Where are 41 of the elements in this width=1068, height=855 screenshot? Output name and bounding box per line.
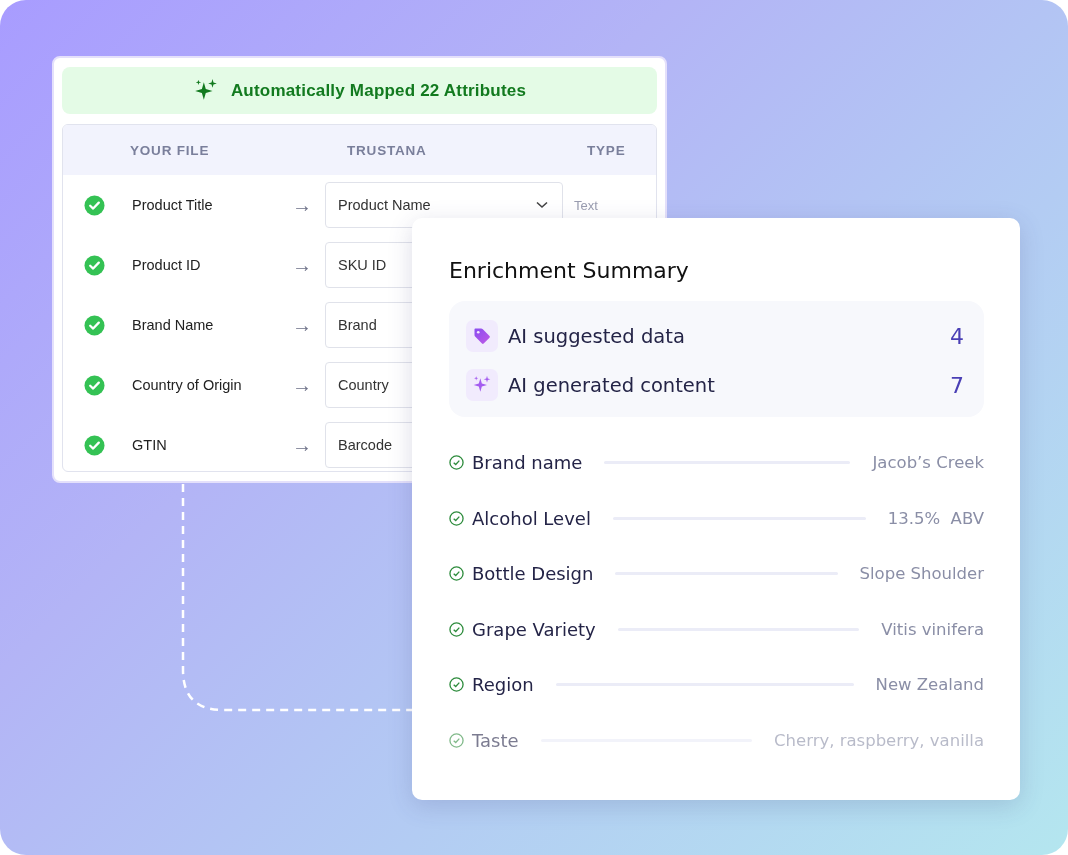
source-field-name: Brand Name <box>132 317 215 333</box>
banner-text: Automatically Mapped 22 Attributes <box>230 80 527 101</box>
column-header: YOUR FILE <box>130 142 211 158</box>
column-header: TRUSTANA <box>347 142 428 158</box>
attribute-value: Cherry, raspberry, vanilla <box>774 730 984 750</box>
sparkle-icon <box>466 369 498 401</box>
attribute-value: New Zealand <box>875 675 984 695</box>
attribute-value: Vitis vinifera <box>881 619 984 639</box>
source-field-name: Product Title <box>132 197 214 213</box>
arrow-text: → <box>292 193 313 217</box>
attribute-label: Region <box>472 674 534 696</box>
stat-label: AI generated content <box>508 373 716 397</box>
attribute-value: 13.5% ABV <box>887 508 984 528</box>
check-circle-icon <box>449 566 464 582</box>
card-title: Enrichment Summary <box>449 258 690 283</box>
attribute-label: Alcohol Level <box>472 507 591 529</box>
chevron-down-icon <box>536 201 548 209</box>
column-header: TYPE <box>587 142 627 158</box>
check-circle-icon <box>449 621 464 637</box>
stat-label: AI suggested data <box>508 324 686 348</box>
check-circle-icon <box>449 455 464 471</box>
arrow-text: → <box>292 433 313 457</box>
attribute-label: Bottle Design <box>472 563 594 585</box>
source-field-name: Product ID <box>132 257 202 273</box>
tag-icon <box>466 320 498 352</box>
attribute-label: Brand name <box>472 452 583 474</box>
source-field-name: Country of Origin <box>132 377 243 393</box>
stat-count: 7 <box>950 372 964 398</box>
type-label: Text <box>573 197 599 213</box>
arrow-text: → <box>292 253 313 277</box>
attribute-label: Taste <box>472 729 519 751</box>
check-circle-icon <box>449 732 464 748</box>
stat-count: 4 <box>950 323 964 349</box>
arrow-text: → <box>292 313 313 337</box>
source-field-name: GTIN <box>132 437 168 453</box>
attribute-value: Slope Shoulder <box>859 564 984 584</box>
arrow-text: → <box>292 373 313 397</box>
check-circle-icon <box>449 677 464 693</box>
check-circle-icon <box>449 510 464 526</box>
attribute-value: Jacob’s Creek <box>872 453 984 473</box>
attribute-label: Grape Variety <box>472 618 596 640</box>
